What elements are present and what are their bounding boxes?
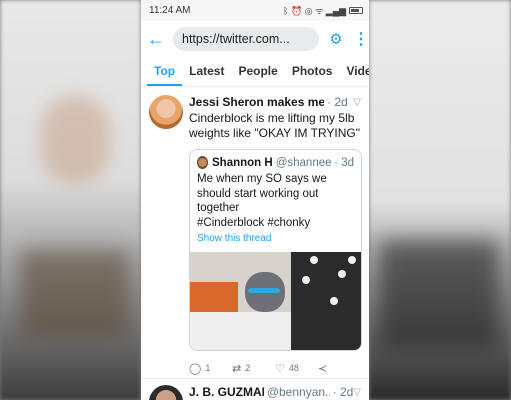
tab-latest[interactable]: Latest — [182, 64, 231, 86]
tweet-author-name[interactable]: J. B. GUZMAN — [189, 385, 264, 400]
background-right — [369, 0, 511, 400]
quoted-text-line: Me when my SO says we — [197, 173, 327, 185]
status-icons: ᛒ ⏰ ◎ ᯤ ▂▄▆ — [283, 4, 363, 17]
tweet-header: J. B. GUZMAN @bennyan... · 2d ▽ — [189, 385, 361, 400]
tab-top[interactable]: Top — [147, 64, 183, 86]
battery-icon — [349, 7, 363, 14]
quoted-author-name: Shannon H — [212, 156, 273, 169]
reply-count: 1 — [205, 363, 211, 373]
status-bar: 11:24 AM ᛒ ⏰ ◎ ᯤ ▂▄▆ — [141, 0, 369, 21]
tab-photos[interactable]: Photos — [285, 64, 340, 86]
heart-icon: ♡ — [275, 362, 285, 375]
avatar[interactable] — [149, 95, 183, 129]
quoted-avatar — [197, 156, 209, 169]
phone-screen: 11:24 AM ᛒ ⏰ ◎ ᯤ ▂▄▆ ← https://twitter.c… — [141, 0, 369, 400]
show-thread-link[interactable]: Show this thread — [197, 233, 354, 244]
retweet-icon: ⇄ — [232, 362, 242, 375]
browser-toolbar: ← https://twitter.com... ⚙ ⋮ — [141, 21, 369, 57]
quoted-tweet-header: Shannon H @shannee... · 3d — [197, 156, 354, 169]
like-count: 48 — [288, 363, 299, 373]
reply-icon: ◯ — [189, 362, 202, 375]
quoted-text-line: together — [197, 202, 240, 214]
chevron-down-icon[interactable]: ▽ — [353, 385, 361, 400]
quoted-text-line: should start working out — [197, 187, 319, 200]
tweet[interactable]: Jessi Sheron makes mer... · 2d ▽ Cinderb… — [141, 87, 369, 375]
retweet-count: 2 — [245, 363, 251, 373]
tweet-text: Cinderblock is me lifting my 5lb weights… — [189, 111, 361, 140]
back-arrow-icon[interactable]: ← — [147, 29, 165, 50]
more-vertical-icon[interactable]: ⋮ — [353, 29, 369, 49]
tweet-actions: ◯ 1 ⇄ 2 ♡ 48 ≺ — [189, 361, 361, 375]
status-indicator-icons: ᛒ ⏰ ◎ ᯤ ▂▄▆ — [283, 6, 346, 16]
tweet-time: · 2d — [327, 95, 348, 109]
url-field[interactable]: https://twitter.com... — [173, 27, 319, 51]
tab-videos[interactable]: Videos — [339, 64, 369, 86]
share-button[interactable]: ≺ — [318, 362, 361, 375]
status-time: 11:24 AM — [149, 5, 191, 16]
tweet-author-name[interactable]: Jessi Sheron makes mer... — [189, 95, 324, 110]
avatar[interactable] — [149, 385, 183, 400]
background-left — [0, 0, 141, 400]
tweet-header: Jessi Sheron makes mer... · 2d ▽ — [189, 95, 361, 110]
like-button[interactable]: ♡ 48 — [275, 362, 318, 375]
quoted-photo[interactable] — [190, 252, 361, 350]
quoted-tweet[interactable]: Shannon H @shannee... · 3d Me when my SO… — [189, 149, 362, 351]
tweet[interactable]: J. B. GUZMAN @bennyan... · 2d ▽ — [141, 378, 369, 400]
reply-button[interactable]: ◯ 1 — [189, 362, 232, 375]
tweet-time: · 2d — [332, 385, 354, 399]
chevron-down-icon[interactable]: ▽ — [353, 95, 361, 110]
tweet-author-handle: @bennyan... — [266, 385, 330, 399]
search-tabs: Top Latest People Photos Videos — [141, 57, 369, 87]
quoted-author-handle: @shannee... — [275, 156, 332, 169]
tab-people[interactable]: People — [231, 64, 284, 86]
retweet-button[interactable]: ⇄ 2 — [232, 362, 275, 375]
quoted-time: · 3d — [334, 156, 354, 169]
sliders-icon[interactable]: ⚙ — [327, 30, 345, 48]
quoted-text: Me when my SO says we should start worki… — [197, 172, 354, 230]
quoted-text-line: #Cinderblock #chonky — [197, 216, 311, 229]
share-icon: ≺ — [318, 362, 328, 375]
